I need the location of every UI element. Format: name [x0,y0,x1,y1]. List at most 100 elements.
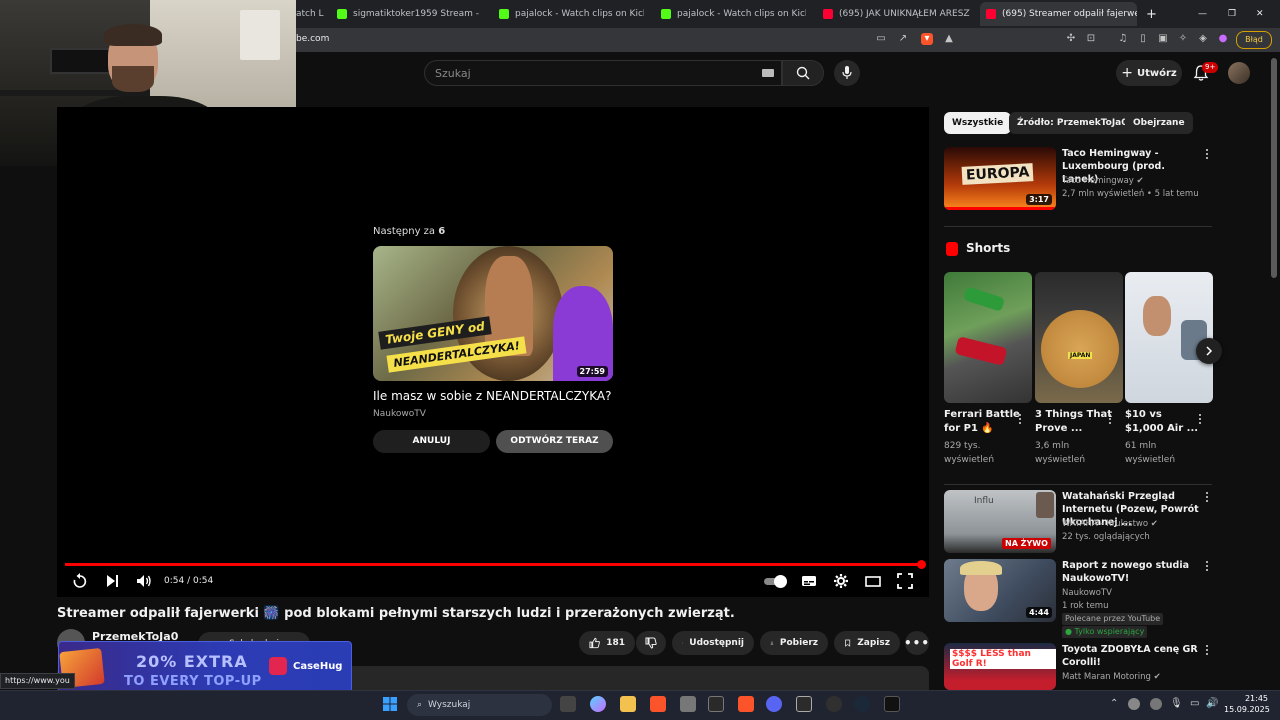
epic-games-icon[interactable] [796,696,812,712]
brave-shield-icon[interactable]: ▾ [921,33,933,45]
video-thumbnail[interactable]: EUROPA 3:17 [944,147,1056,210]
more-vertical-icon[interactable] [1205,561,1209,573]
windows-start-icon[interactable] [382,696,398,712]
maximize-icon[interactable]: ❐ [1228,4,1236,24]
share-button[interactable]: Udostępnij [672,631,754,655]
steam-icon[interactable] [854,696,870,712]
wallet-icon[interactable]: ▣ [1157,33,1169,45]
page-scrollbar[interactable] [1271,58,1277,278]
fullscreen-icon[interactable] [897,573,913,589]
address-bar[interactable]: be.com [296,34,329,44]
video-title[interactable]: Toyota ZDOBYŁA cenę GR Corolli! [1062,643,1200,669]
video-channel[interactable]: Matt Maran Motoring ✔ [1062,671,1161,683]
replay-icon[interactable] [72,573,88,589]
browser-tab-active[interactable]: (695) Streamer odpalił fajerwe✕ [980,2,1137,26]
more-vertical-icon[interactable] [1198,414,1202,426]
file-explorer-icon[interactable] [620,696,636,712]
dislike-button[interactable] [636,631,666,655]
webcam-shape [1036,492,1054,518]
vpn-icon[interactable]: ◈ [1197,33,1209,45]
up-next-channel[interactable]: NaukowoTV [373,409,426,419]
keyboard-icon[interactable] [762,69,774,77]
up-next-thumbnail[interactable]: Twoje GENY od NEANDERTALCZYKA! 27:59 [373,246,613,381]
short-thumbnail[interactable] [944,272,1032,403]
brave-browser-icon[interactable] [650,696,666,712]
terminal-icon[interactable] [884,696,900,712]
share-icon[interactable]: ↗ [897,33,909,45]
browser-tab[interactable]: sigmatiktoker1959 Stream - Watch Li [337,4,482,24]
close-window-icon[interactable]: ✕ [1256,4,1264,24]
browser-tab[interactable]: pajalock - Watch clips on Kick [661,4,806,24]
cancel-autoplay-button[interactable]: ANULUJ [373,430,490,453]
download-button[interactable]: Pobierz [760,631,828,655]
chip-watched[interactable]: Obejrzane [1125,112,1193,134]
autoplay-toggle[interactable] [764,575,788,588]
short-thumbnail[interactable] [1125,272,1213,403]
video-thumbnail[interactable]: $$$$ LESS than Golf R! [944,643,1056,690]
voice-search-button[interactable] [834,60,860,86]
browser-tab[interactable]: pajalock - Watch clips on Kick [499,4,644,24]
brave-rewards-icon[interactable]: ▲ [943,33,955,45]
theater-mode-icon[interactable] [865,573,881,589]
save-button[interactable]: Zapisz [834,631,900,655]
video-title[interactable]: Raport z nowego studia NaukowoTV! [1062,559,1200,585]
chip-all[interactable]: Wszystkie [944,112,1012,134]
speaker-icon[interactable]: 🔊 [1206,698,1218,710]
search-input[interactable] [435,67,735,80]
microphone-icon[interactable]: 🎙 [1170,698,1183,710]
video-channel[interactable]: WATAHA - Krulestwo ✔ [1062,518,1158,530]
taskbar-clock[interactable]: 21:45 15.09.2025 [1224,693,1270,715]
more-vertical-icon[interactable] [1018,414,1022,426]
obs-icon[interactable] [826,696,842,712]
progress-scrubber[interactable] [917,560,926,569]
video-channel[interactable]: Taco Hemingway ✔ [1062,175,1144,187]
chip-source[interactable]: Źródło: PrzemekToJa0 [1009,112,1136,134]
profile-icon[interactable]: ● [1217,33,1229,45]
more-actions-button[interactable]: ••• [904,631,929,655]
browser-tab[interactable]: (695) JAK UNIKNĄŁEM ARESZTOWA [823,4,970,24]
subtitles-icon[interactable] [801,573,817,589]
onedrive-icon[interactable] [1150,698,1162,710]
create-button[interactable]: + Utwórz [1116,60,1182,86]
app-icon[interactable] [708,696,724,712]
more-vertical-icon[interactable] [1205,149,1209,161]
new-tab-button[interactable]: + [1146,4,1157,24]
account-avatar[interactable] [1228,62,1250,84]
more-vertical-icon[interactable] [1205,645,1209,657]
chevron-up-icon[interactable]: ⌃ [1110,698,1122,710]
volume-icon[interactable] [136,573,152,589]
network-icon[interactable]: ▭ [1190,698,1202,710]
media-icon[interactable]: ♫ [1117,33,1129,45]
cast-icon[interactable]: ▭ [875,33,887,45]
tray-icon[interactable] [1128,698,1140,710]
short-title[interactable]: Ferrari Battle for P1 🔥 [944,408,1022,436]
settings-gear-icon[interactable] [833,573,849,589]
screenshot-icon[interactable]: ⊡ [1085,33,1097,45]
video-thumbnail[interactable]: 4:44 [944,559,1056,622]
short-thumbnail[interactable]: JAPAN [1035,272,1123,403]
up-next-title[interactable]: Ile masz w sobie z NEANDERTALCZYKA? [373,389,611,403]
shorts-next-button[interactable] [1196,338,1222,364]
extensions-icon[interactable]: ✣ [1065,33,1077,45]
copilot-icon[interactable] [590,696,606,712]
progress-bar[interactable] [65,563,922,566]
more-vertical-icon[interactable] [1205,492,1209,504]
browser-tab[interactable]: atch Li [296,4,324,24]
short-title[interactable]: $10 vs $1,000 Air ... [1125,408,1203,436]
next-video-icon[interactable] [104,573,120,589]
more-vertical-icon[interactable] [1108,414,1112,426]
play-now-button[interactable]: ODTWÓRZ TERAZ [496,430,613,453]
short-title[interactable]: 3 Things That Prove ... [1035,408,1113,436]
sidebar-icon[interactable]: ▯ [1137,33,1149,45]
minimize-icon[interactable]: — [1198,4,1207,24]
error-button[interactable]: Błąd [1236,31,1272,49]
like-button[interactable]: 181 [579,631,635,655]
leo-icon[interactable]: ✧ [1177,33,1189,45]
search-button[interactable] [782,60,824,86]
discord-icon[interactable] [766,696,782,712]
task-view-icon[interactable] [560,696,576,712]
video-channel[interactable]: NaukowoTV [1062,587,1112,599]
taskbar-search[interactable]: ⌕ Wyszukaj [407,694,552,716]
brave-browser-active-icon[interactable] [738,696,754,712]
app-icon[interactable] [680,696,696,712]
